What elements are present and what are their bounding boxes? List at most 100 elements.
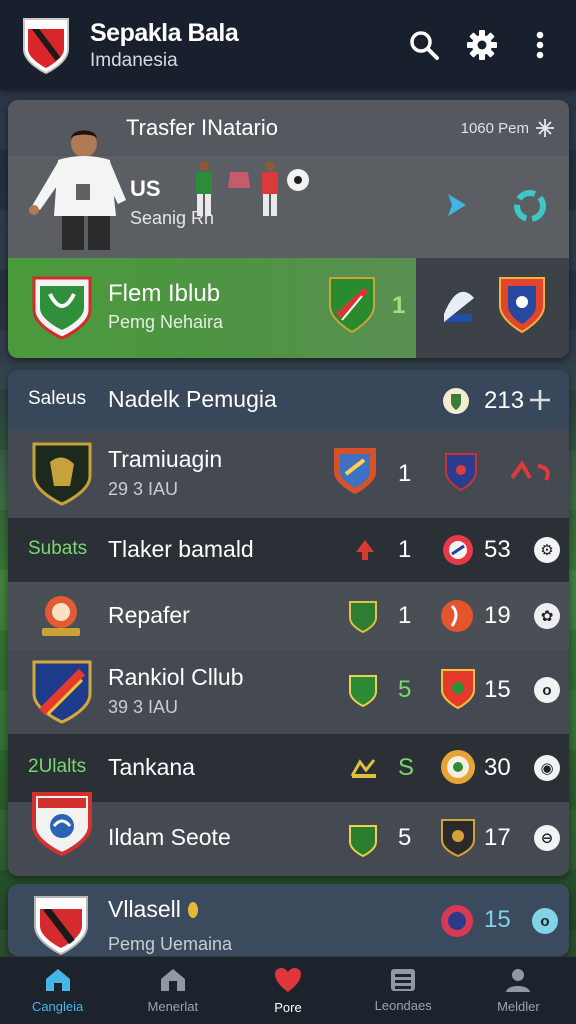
team-logo-icon xyxy=(444,291,474,322)
team-badge-icon xyxy=(443,388,469,414)
club-score: 1 xyxy=(398,460,412,487)
club-score: 5 xyxy=(398,676,412,703)
club-preview-card[interactable]: Vllasell Pemg Uemaina 15 o xyxy=(8,884,569,956)
club-crest-icon xyxy=(32,660,92,724)
featured-club-score: 1 xyxy=(392,292,406,319)
featured-club-name: Flem Iblub xyxy=(108,280,221,307)
verified-icon xyxy=(187,901,198,918)
nav-label: Meldler xyxy=(497,999,540,1014)
nav-label: Leondaes xyxy=(374,998,432,1013)
app-title: Sepakla Bala xyxy=(90,18,239,47)
club-name: Tlaker bamald xyxy=(108,536,254,562)
club-crest-icon xyxy=(42,596,80,636)
club-score: 1 xyxy=(398,602,412,629)
team-crest-icon xyxy=(441,669,475,710)
app-subtitle: Imdanesia xyxy=(90,49,178,71)
nav-item-favorites[interactable]: Pore xyxy=(230,957,345,1024)
team-badge-icon xyxy=(443,535,473,565)
user-icon xyxy=(506,969,531,992)
heart-icon xyxy=(275,968,301,992)
club-crest-icon xyxy=(32,442,92,506)
bottom-navigation: Cangleia Menerlat Pore Leondaes Meldler xyxy=(0,956,576,1024)
table-row[interactable]: Tramiuagin 29 3 IAU 1 xyxy=(8,430,569,518)
featured-meta-text: 1060 Pem xyxy=(460,119,529,137)
list-icon xyxy=(391,969,416,991)
club-name: Vllasell xyxy=(108,896,181,922)
home-icon xyxy=(45,969,70,991)
mini-players-image xyxy=(196,161,309,216)
comment-icon[interactable]: ◉ xyxy=(534,755,560,781)
club-name: Repafer xyxy=(108,602,190,628)
table-row[interactable]: Ildam Seote 5 17 ⊖ xyxy=(8,792,569,876)
standings-label: Saleus xyxy=(28,388,87,409)
standings-header-value: 213 xyxy=(484,387,525,414)
more-vertical-icon[interactable] xyxy=(520,25,560,65)
team-crest-icon xyxy=(499,277,545,334)
trend-icon xyxy=(356,540,374,560)
info-icon[interactable]: o xyxy=(534,677,560,703)
gear-icon[interactable] xyxy=(462,25,502,65)
refresh-icon[interactable] xyxy=(510,186,550,226)
club-value: 15 xyxy=(484,676,511,703)
team-crest-icon xyxy=(349,601,377,634)
team-badge-icon xyxy=(441,750,475,784)
nav-label: Cangleia xyxy=(31,999,84,1014)
featured-meta: 1060 Pem xyxy=(461,118,555,138)
club-sub: 39 3 IAU xyxy=(108,697,179,717)
club-score: 5 xyxy=(398,824,412,851)
player-image xyxy=(29,130,126,250)
club-name: Tramiuagin xyxy=(108,446,223,472)
featured-club-row[interactable]: Flem Iblub Pemg Nehaira 1 xyxy=(8,258,569,358)
team-crest-icon xyxy=(445,453,477,492)
club-value: 15 xyxy=(484,906,511,933)
club-crest-icon xyxy=(34,896,88,956)
minus-circle-icon[interactable]: ⊖ xyxy=(534,825,560,851)
featured-mid: US Seanig Rh xyxy=(8,130,569,258)
search-icon[interactable] xyxy=(404,25,444,65)
club-value: 19 xyxy=(484,602,511,629)
info-icon[interactable]: o xyxy=(532,908,558,934)
team-badge-icon xyxy=(441,600,473,632)
nav-item-building[interactable]: Menerlat xyxy=(115,957,230,1024)
trend-icon xyxy=(350,759,376,778)
featured-card[interactable]: Trasfer INatario 1060 Pem US Seanig Rh F… xyxy=(8,100,569,358)
featured-score-label: US xyxy=(130,176,161,201)
team-crest-icon xyxy=(441,819,475,858)
nav-label: Pore xyxy=(274,1000,302,1015)
add-icon[interactable] xyxy=(528,388,552,412)
table-row[interactable]: Rankiol Cllub 39 3 IAU 5 15 o xyxy=(8,650,569,734)
table-row[interactable]: Subats Tlaker bamald 1 53 ⚙ xyxy=(8,518,569,582)
settings-icon[interactable]: ✿ xyxy=(534,603,560,629)
table-row[interactable]: Repafer 1 19 ✿ xyxy=(8,582,569,650)
nav-label: Menerlat xyxy=(147,999,199,1014)
club-name: Tankana xyxy=(108,754,195,780)
swap-arrows-icon[interactable] xyxy=(508,458,558,486)
featured-club-sub: Pemg Nehaira xyxy=(108,312,224,332)
club-name: Ildam Seote xyxy=(108,824,231,850)
club-sub: Pemg Uemaina xyxy=(108,934,233,954)
club-value: 53 xyxy=(484,536,511,563)
featured-club-panel: Flem Iblub Pemg Nehaira 1 xyxy=(8,258,416,358)
nav-item-profile[interactable]: Meldler xyxy=(461,957,576,1024)
building-icon xyxy=(160,969,185,991)
app-logo xyxy=(23,18,69,75)
row-label: Subats xyxy=(28,538,88,559)
team-crest-icon xyxy=(329,277,375,334)
team-crest-icon xyxy=(349,675,377,708)
club-name: Rankiol Cllub xyxy=(108,664,244,690)
club-sub: 29 3 IAU xyxy=(108,479,179,499)
club-crest-icon xyxy=(32,276,92,340)
row-label: 2Ulalts xyxy=(28,756,87,777)
sparkle-icon xyxy=(536,119,554,137)
featured-title: Trasfer INatario xyxy=(126,115,279,140)
team-badge-icon xyxy=(441,905,473,937)
info-icon[interactable]: ⚙ xyxy=(534,537,560,563)
nav-item-list[interactable]: Leondaes xyxy=(346,957,461,1024)
club-score: S xyxy=(398,754,415,781)
club-value: 30 xyxy=(484,754,511,781)
club-crest-icon xyxy=(32,792,92,857)
nav-item-home[interactable]: Cangleia xyxy=(0,957,115,1024)
chevron-right-icon[interactable] xyxy=(440,188,474,222)
club-value: 17 xyxy=(484,824,511,851)
standings-title: Nadelk Pemugia xyxy=(108,386,277,412)
